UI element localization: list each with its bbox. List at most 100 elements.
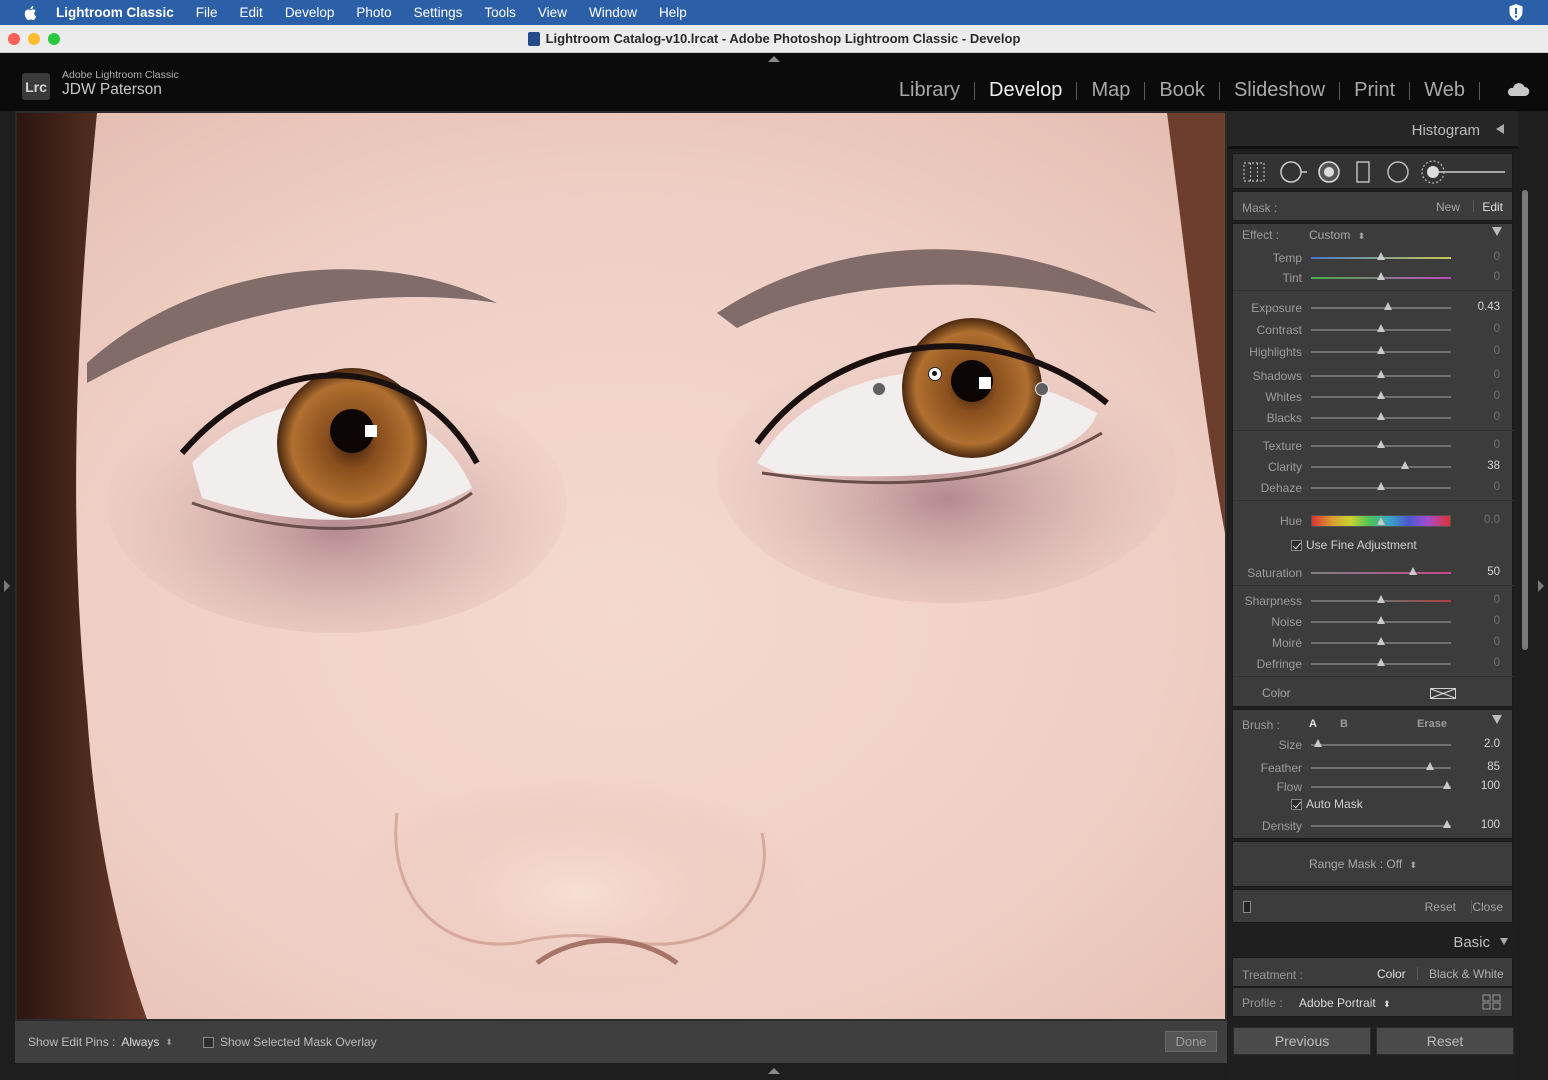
use-fine-adjustment-checkbox[interactable] bbox=[1291, 540, 1302, 551]
portrait-photo[interactable] bbox=[17, 113, 1225, 1019]
slider-track[interactable] bbox=[1311, 466, 1451, 468]
whites-slider[interactable]: Whites 0 bbox=[1233, 387, 1514, 407]
menu-window[interactable]: Window bbox=[589, 5, 637, 20]
temp-slider[interactable]: Temp 0 bbox=[1233, 248, 1514, 268]
done-button[interactable]: Done bbox=[1165, 1031, 1217, 1052]
slider-value[interactable]: 0 bbox=[1494, 323, 1500, 335]
red-eye-icon[interactable] bbox=[1317, 160, 1341, 184]
reset-button[interactable]: Reset bbox=[1376, 1027, 1514, 1055]
slider-knob[interactable] bbox=[1377, 391, 1385, 399]
module-web[interactable]: Web bbox=[1410, 79, 1479, 102]
profile-select[interactable]: Adobe Portrait ⬍ bbox=[1299, 996, 1391, 1010]
brush-erase-button[interactable]: Erase bbox=[1417, 718, 1447, 730]
slider-knob[interactable] bbox=[1377, 517, 1385, 525]
photo-canvas[interactable] bbox=[15, 111, 1227, 1021]
slider-value[interactable]: 50 bbox=[1487, 566, 1500, 578]
menu-settings[interactable]: Settings bbox=[414, 5, 463, 20]
menu-file[interactable]: File bbox=[196, 5, 218, 20]
range-mask-select[interactable]: Range Mask : Off ⬍ bbox=[1309, 857, 1417, 871]
hue-slider[interactable]: Hue 0.0 bbox=[1233, 511, 1514, 531]
expand-left-panel-icon[interactable] bbox=[4, 580, 10, 592]
slider-value[interactable]: 0 bbox=[1494, 594, 1500, 606]
show-mask-overlay-label[interactable]: Show Selected Mask Overlay bbox=[220, 1035, 377, 1049]
slider-knob[interactable] bbox=[1377, 595, 1385, 603]
highlights-slider[interactable]: Highlights 0 bbox=[1233, 342, 1514, 362]
slider-value[interactable]: 0 bbox=[1494, 615, 1500, 627]
slider-track[interactable] bbox=[1311, 307, 1451, 309]
slider-knob[interactable] bbox=[1442, 820, 1451, 828]
slider-value[interactable]: 100 bbox=[1481, 819, 1500, 831]
contrast-slider[interactable]: Contrast 0 bbox=[1233, 320, 1514, 340]
slider-knob[interactable] bbox=[1377, 412, 1385, 420]
clarity-slider[interactable]: Clarity 38 bbox=[1233, 457, 1514, 477]
module-develop[interactable]: Develop bbox=[975, 79, 1076, 102]
mask-new-button[interactable]: New bbox=[1436, 200, 1460, 214]
panel-scrollbar[interactable] bbox=[1520, 190, 1530, 650]
brush-feather-slider[interactable]: Feather 85 bbox=[1233, 758, 1514, 778]
slider-knob[interactable] bbox=[1377, 346, 1385, 354]
module-map[interactable]: Map bbox=[1077, 79, 1144, 102]
noise-slider[interactable]: Noise 0 bbox=[1233, 612, 1514, 632]
module-book[interactable]: Book bbox=[1145, 79, 1219, 102]
tint-slider[interactable]: Tint 0 bbox=[1233, 268, 1514, 288]
module-library[interactable]: Library bbox=[885, 79, 974, 102]
menu-tools[interactable]: Tools bbox=[484, 5, 516, 20]
slider-track[interactable] bbox=[1311, 744, 1451, 746]
slider-value[interactable]: 0.0 bbox=[1484, 514, 1500, 526]
slider-value[interactable]: 0 bbox=[1494, 657, 1500, 669]
defringe-slider[interactable]: Defringe 0 bbox=[1233, 654, 1514, 674]
profile-browser-icon[interactable] bbox=[1482, 994, 1502, 1010]
brush-density-slider[interactable]: Density 100 bbox=[1233, 816, 1514, 836]
mask-pin[interactable] bbox=[872, 382, 886, 396]
slider-value[interactable]: 0 bbox=[1494, 369, 1500, 381]
brush-size-slider[interactable]: Size 2.0 bbox=[1233, 735, 1514, 755]
module-print[interactable]: Print bbox=[1340, 79, 1409, 102]
auto-mask-checkbox[interactable] bbox=[1291, 799, 1302, 810]
slider-value[interactable]: 38 bbox=[1487, 460, 1500, 472]
slider-knob[interactable] bbox=[1377, 440, 1385, 448]
radial-filter-icon[interactable] bbox=[1386, 160, 1410, 184]
menu-view[interactable]: View bbox=[538, 5, 567, 20]
menu-help[interactable]: Help bbox=[659, 5, 687, 20]
apple-icon[interactable] bbox=[20, 5, 42, 21]
slider-value[interactable]: 0 bbox=[1494, 271, 1500, 283]
dehaze-slider[interactable]: Dehaze 0 bbox=[1233, 478, 1514, 498]
histogram-header[interactable]: Histogram bbox=[1228, 111, 1518, 149]
zoom-window-button[interactable] bbox=[48, 33, 60, 45]
slider-knob[interactable] bbox=[1377, 658, 1385, 666]
minimize-window-button[interactable] bbox=[28, 33, 40, 45]
range-mask-row[interactable]: Range Mask : Off ⬍ bbox=[1232, 841, 1513, 887]
color-swatch[interactable] bbox=[1430, 688, 1456, 699]
shield-icon[interactable] bbox=[1508, 3, 1524, 22]
menu-app-name[interactable]: Lightroom Classic bbox=[56, 5, 174, 20]
slider-knob[interactable] bbox=[1426, 762, 1434, 770]
slider-value[interactable]: 0.43 bbox=[1478, 301, 1500, 313]
shadows-slider[interactable]: Shadows 0 bbox=[1233, 366, 1514, 386]
slider-knob[interactable] bbox=[1314, 739, 1322, 747]
auto-mask-label[interactable]: Auto Mask bbox=[1306, 797, 1363, 811]
slider-track[interactable] bbox=[1311, 786, 1451, 788]
slider-knob[interactable] bbox=[1409, 567, 1418, 575]
slider-knob[interactable] bbox=[1377, 272, 1385, 280]
expand-right-panel-icon[interactable] bbox=[1538, 580, 1544, 592]
slider-knob[interactable] bbox=[1377, 482, 1385, 490]
module-slideshow[interactable]: Slideshow bbox=[1220, 79, 1339, 102]
treatment-color-button[interactable]: Color bbox=[1377, 967, 1406, 981]
slider-value[interactable]: 0 bbox=[1494, 345, 1500, 357]
blacks-slider[interactable]: Blacks 0 bbox=[1233, 408, 1514, 428]
cloud-sync-icon[interactable] bbox=[1506, 83, 1530, 97]
mask-close-button[interactable]: Close bbox=[1472, 900, 1503, 914]
slider-value[interactable]: 0 bbox=[1494, 481, 1500, 493]
slider-knob[interactable] bbox=[1400, 461, 1409, 469]
brush-b-button[interactable]: B bbox=[1340, 718, 1348, 730]
slider-knob[interactable] bbox=[1377, 324, 1385, 332]
slider-knob[interactable] bbox=[1384, 302, 1392, 310]
collapse-filmstrip-icon[interactable] bbox=[768, 1068, 780, 1074]
collapse-basic-icon[interactable] bbox=[1500, 938, 1508, 945]
slider-track[interactable] bbox=[1311, 572, 1451, 574]
graduated-filter-icon[interactable] bbox=[1354, 160, 1372, 184]
slider-knob[interactable] bbox=[1442, 781, 1451, 789]
slider-value[interactable]: 0 bbox=[1494, 390, 1500, 402]
texture-slider[interactable]: Texture 0 bbox=[1233, 436, 1514, 456]
mask-pin[interactable] bbox=[1035, 382, 1049, 396]
